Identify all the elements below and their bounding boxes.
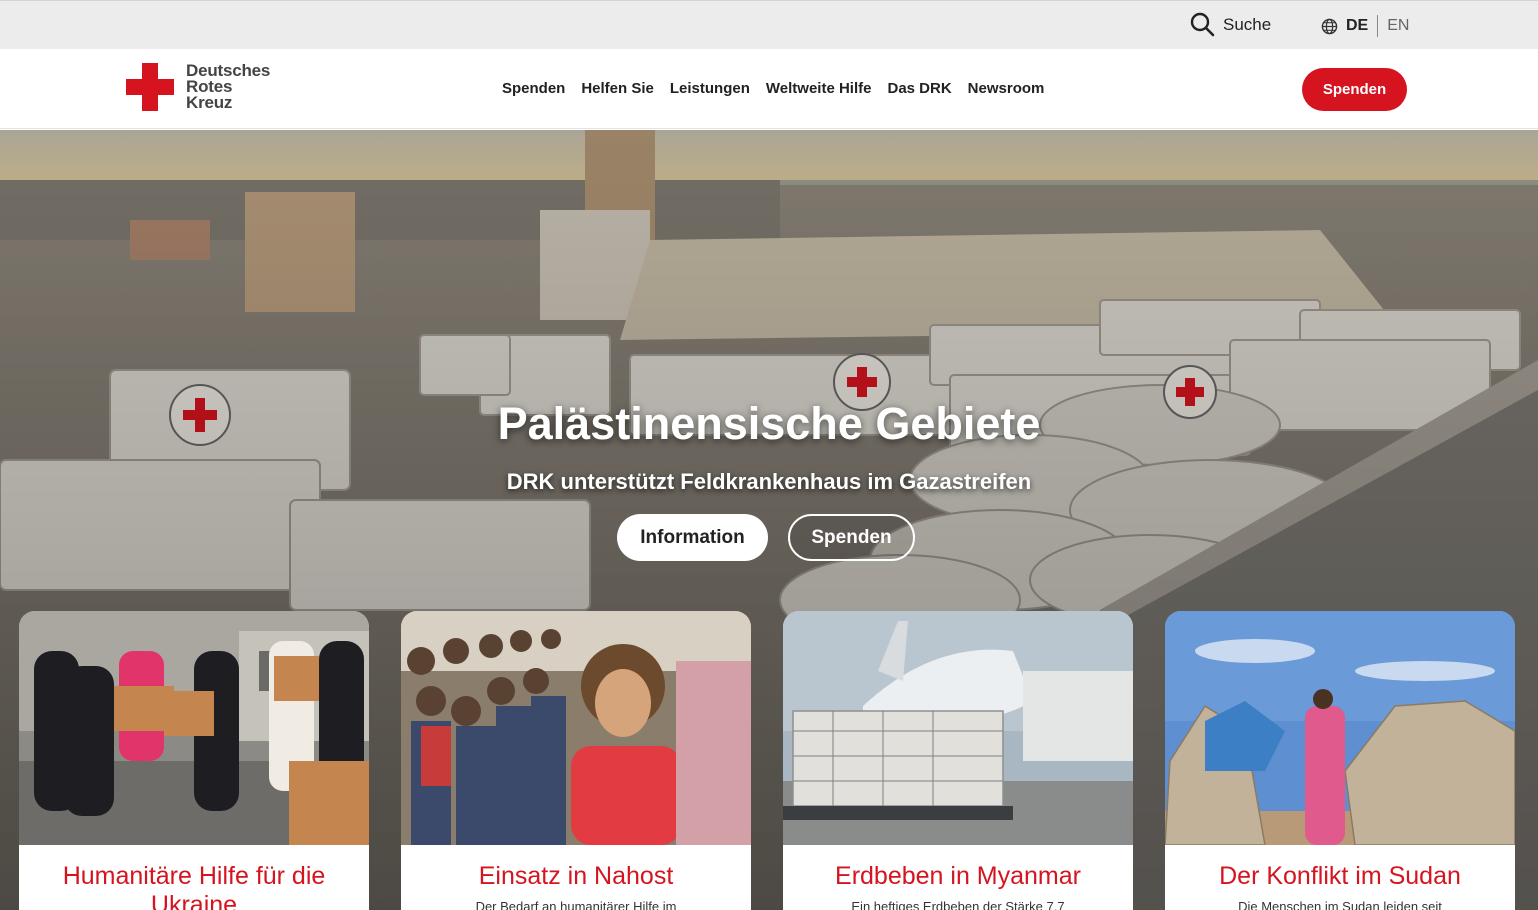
hero-section: Palästinensische Gebiete DRK unterstützt… <box>0 130 1538 910</box>
utility-bar: Suche DE EN <box>0 0 1538 49</box>
main-navigation: Spenden Helfen Sie Leistungen Weltweite … <box>502 80 1044 97</box>
card-text: Der Bedarf an humanitärer Hilfe im <box>475 899 677 910</box>
card-image-myanmar <box>783 611 1133 845</box>
nav-item-helfen-sie[interactable]: Helfen Sie <box>581 80 654 97</box>
logo-line-3: Kreuz <box>186 93 233 112</box>
card-image-nahost <box>401 611 751 845</box>
language-switch: DE EN <box>1321 15 1409 37</box>
card-body: Erdbeben in Myanmar Ein heftiges Erdbebe… <box>783 845 1133 910</box>
language-divider <box>1377 15 1379 37</box>
hero-subtitle: DRK unterstützt Feldkrankenhaus im Gazas… <box>506 469 1032 494</box>
card-title: Erdbeben in Myanmar <box>835 862 1081 890</box>
card-image-sudan <box>1165 611 1515 845</box>
hero-title: Palästinensische Gebiete <box>497 398 1041 449</box>
card-body: Humanitäre Hilfe für die Ukraine <box>19 845 369 910</box>
hero-donate-button[interactable]: Spenden <box>788 514 915 561</box>
teaser-card-nahost[interactable]: Einsatz in Nahost Der Bedarf an humanitä… <box>401 611 751 910</box>
card-text: Die Menschen im Sudan leiden seit <box>1238 899 1442 910</box>
search-label: Suche <box>1223 14 1272 34</box>
card-title: Humanitäre Hilfe für die Ukraine <box>62 862 326 910</box>
card-image-ukraine <box>19 611 369 845</box>
search-icon <box>1190 12 1215 37</box>
card-title: Der Konflikt im Sudan <box>1219 862 1461 890</box>
globe-icon <box>1321 18 1338 34</box>
search-link[interactable]: Suche <box>1190 12 1271 37</box>
nav-item-das-drk[interactable]: Das DRK <box>887 80 951 97</box>
language-en-link[interactable]: EN <box>1387 17 1409 35</box>
nav-item-newsroom[interactable]: Newsroom <box>968 80 1045 97</box>
nav-item-weltweite-hilfe[interactable]: Weltweite Hilfe <box>766 80 872 97</box>
logo-wordmark: Deutsches Rotes Kreuz <box>186 62 270 112</box>
drk-logo[interactable]: Deutsches Rotes Kreuz <box>126 62 270 112</box>
language-de-link[interactable]: DE <box>1346 17 1368 35</box>
nav-item-leistungen[interactable]: Leistungen <box>670 80 750 97</box>
card-body: Einsatz in Nahost Der Bedarf an humanitä… <box>401 845 751 910</box>
nav-item-spenden[interactable]: Spenden <box>502 80 565 97</box>
hero-information-button[interactable]: Information <box>617 514 768 561</box>
card-body: Der Konflikt im Sudan Die Menschen im Su… <box>1165 845 1515 910</box>
teaser-card-ukraine[interactable]: Humanitäre Hilfe für die Ukraine <box>19 611 369 910</box>
card-text: Ein heftiges Erdbeben der Stärke 7,7 <box>851 899 1065 910</box>
site-header: Deutsches Rotes Kreuz Spenden Helfen Sie… <box>0 49 1538 129</box>
teaser-card-sudan[interactable]: Der Konflikt im Sudan Die Menschen im Su… <box>1165 611 1515 910</box>
red-cross-icon <box>126 63 174 111</box>
header-donate-button[interactable]: Spenden <box>1302 68 1407 111</box>
teaser-card-myanmar[interactable]: Erdbeben in Myanmar Ein heftiges Erdbebe… <box>783 611 1133 910</box>
card-title: Einsatz in Nahost <box>478 862 674 890</box>
